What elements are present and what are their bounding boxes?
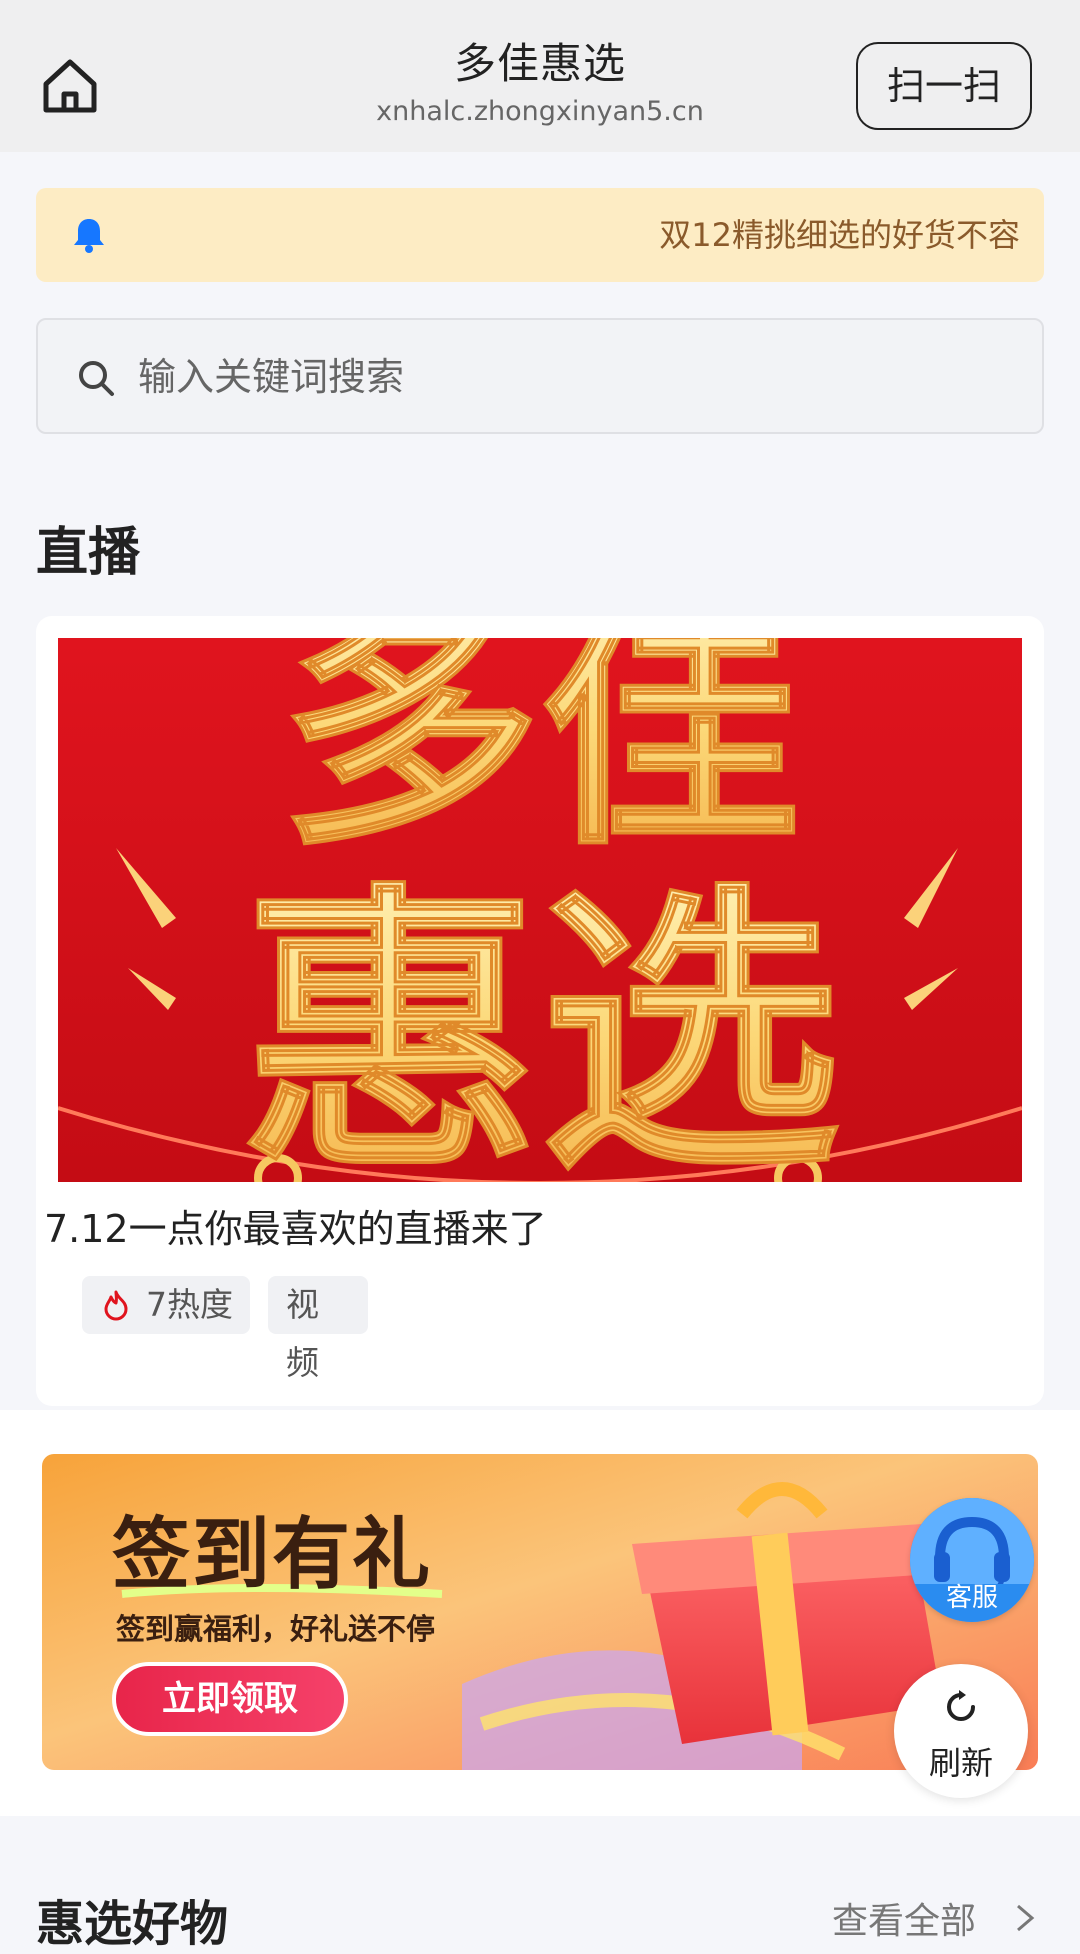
search-input[interactable] [136,340,1000,414]
bell-icon [70,216,108,254]
heat-badge: 7热度 [82,1276,250,1334]
section-title-goods: 惠选好物 [36,1896,229,1952]
cover-text-line2: 惠选 [240,860,840,1182]
scan-button[interactable]: 扫一扫 [856,42,1032,130]
refresh-label: 刷新 [928,1744,993,1782]
flame-icon [104,1290,128,1321]
view-all-label: 查看全部 [832,1901,977,1942]
claim-button[interactable]: 立即领取 [112,1662,348,1736]
heat-count: 7热度 [146,1285,233,1324]
chevron-right-icon [1017,1904,1035,1932]
view-all-link[interactable]: 查看全部 [832,1892,1035,1944]
search-icon [76,358,116,398]
page-title: 多佳惠选 [453,39,626,88]
section-title-live: 直播 [36,523,141,583]
refresh-button[interactable]: 刷新 [894,1664,1028,1798]
video-tag: 视频 [268,1276,368,1382]
banner-subtitle: 签到赢福利，好礼送不停 [116,1612,436,1646]
customer-service-button[interactable]: 客服 [910,1498,1034,1622]
home-icon[interactable] [38,56,102,116]
refresh-icon [947,1690,975,1721]
cover-text-line1: 多佳 [280,638,800,880]
top-bar: 多佳惠选 xnhalc.zhongxinyan5.cn 扫一扫 [0,0,1080,152]
page-url: xnhalc.zhongxinyan5.cn [376,96,704,127]
title-block: 多佳惠选 xnhalc.zhongxinyan5.cn [300,36,780,130]
customer-service-label: 客服 [945,1583,998,1613]
live-title[interactable]: 7.12一点你最喜欢的直播来了 [44,1198,547,1253]
search-bar[interactable] [36,318,1044,434]
checkin-banner[interactable]: 签到有礼 签到赢福利，好礼送不停 立即领取 [42,1454,1038,1770]
notice-text: 双12精挑细选的好货不容 [659,216,1020,254]
notice-bar[interactable]: 双12精挑细选的好货不容 [36,188,1044,282]
banner-title: 签到有礼 [112,1510,433,1600]
live-cover-image[interactable]: 多佳 惠选 [58,638,1022,1182]
